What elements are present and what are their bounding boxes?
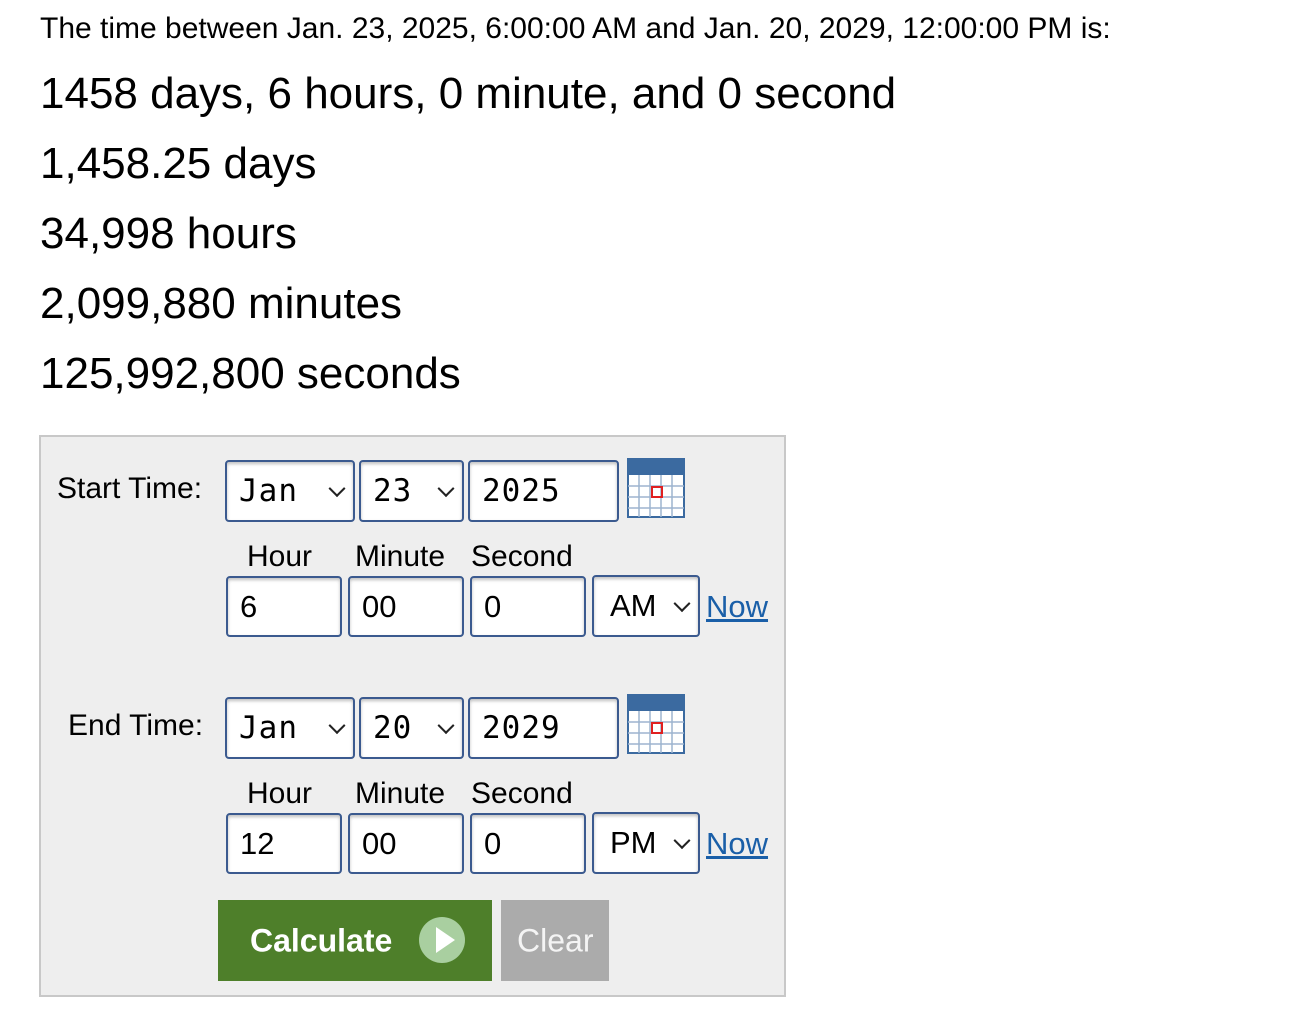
start-time-label: Start Time: <box>57 472 203 505</box>
end-time-label: End Time: <box>68 709 204 742</box>
result-minutes: 2,099,880 minutes <box>40 279 403 328</box>
start-second-label: Second <box>471 540 573 573</box>
start-ampm-select[interactable]: AM <box>592 575 700 637</box>
end-second-label: Second <box>471 777 573 810</box>
clear-button-label: Clear <box>517 922 594 958</box>
start-ampm-value: AM <box>610 588 657 623</box>
start-day-value: 23 <box>373 473 413 509</box>
chevron-down-icon <box>673 595 691 613</box>
end-day-value: 20 <box>373 710 413 746</box>
end-month-value: Jan <box>239 710 298 746</box>
result-seconds: 125,992,800 seconds <box>40 349 461 398</box>
play-icon <box>419 917 465 963</box>
end-ampm-value: PM <box>610 825 657 860</box>
end-minute-label: Minute <box>355 777 446 810</box>
result-hours: 34,998 hours <box>40 209 297 258</box>
calendar-icon[interactable] <box>627 694 685 754</box>
start-year-input[interactable]: 2025 <box>468 460 619 522</box>
chevron-down-icon <box>328 480 346 498</box>
result-days: 1,458.25 days <box>40 139 317 188</box>
start-now-link[interactable]: Now <box>706 589 768 625</box>
start-year-value: 2025 <box>482 473 561 509</box>
end-day-select[interactable]: 20 <box>359 697 464 759</box>
end-year-input[interactable]: 2029 <box>468 697 619 759</box>
end-second-input[interactable]: 0 <box>470 813 586 874</box>
end-minute-input[interactable]: 00 <box>348 813 464 874</box>
end-hour-label: Hour <box>247 777 313 810</box>
end-hour-value: 12 <box>240 825 275 861</box>
end-second-value: 0 <box>484 825 502 861</box>
end-now-link[interactable]: Now <box>706 826 768 862</box>
chevron-down-icon <box>437 480 455 498</box>
start-second-input[interactable]: 0 <box>470 576 586 637</box>
end-ampm-select[interactable]: PM <box>592 812 700 874</box>
end-minute-value: 00 <box>362 825 397 861</box>
chevron-down-icon <box>673 832 691 850</box>
start-day-select[interactable]: 23 <box>359 460 464 522</box>
start-hour-label: Hour <box>247 540 313 573</box>
start-minute-input[interactable]: 00 <box>348 576 464 637</box>
chevron-down-icon <box>437 717 455 735</box>
end-year-value: 2029 <box>482 710 561 746</box>
start-hour-input[interactable]: 6 <box>226 576 342 637</box>
start-minute-label: Minute <box>355 540 446 573</box>
start-minute-value: 00 <box>362 588 397 624</box>
chevron-down-icon <box>328 717 346 735</box>
clear-button[interactable]: Clear <box>501 900 609 981</box>
start-month-select[interactable]: Jan <box>225 460 355 522</box>
start-second-value: 0 <box>484 588 502 624</box>
result-intro: The time between Jan. 23, 2025, 6:00:00 … <box>40 12 1111 45</box>
start-month-value: Jan <box>239 473 298 509</box>
result-duration-breakdown: 1458 days, 6 hours, 0 minute, and 0 seco… <box>40 69 897 118</box>
end-hour-input[interactable]: 12 <box>226 813 342 874</box>
end-month-select[interactable]: Jan <box>225 697 355 759</box>
calculate-button-label: Calculate <box>250 922 393 958</box>
start-hour-value: 6 <box>240 588 258 624</box>
calendar-icon[interactable] <box>627 458 685 518</box>
